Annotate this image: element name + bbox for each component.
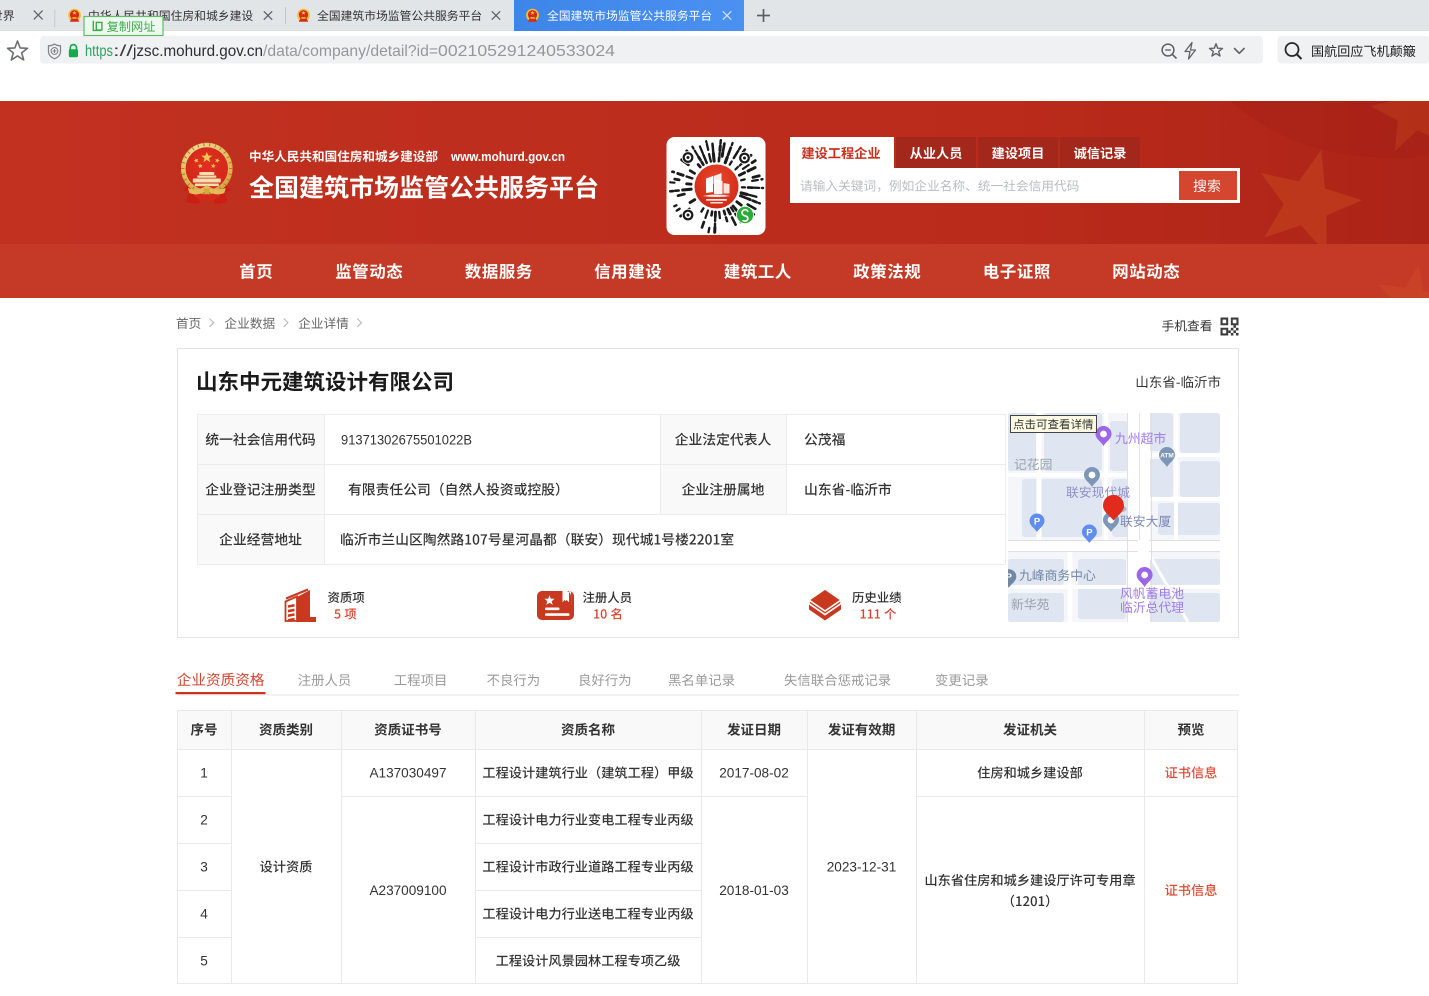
svg-text:A237009100: A237009100: [369, 883, 447, 898]
svg-text:3: 3: [200, 860, 208, 875]
svg-text:2: 2: [200, 813, 208, 828]
svg-text:2017-08-02: 2017-08-02: [719, 766, 789, 781]
svg-text:91371302675501022B: 91371302675501022B: [341, 433, 472, 448]
svg-text:https://jzsc.mohurd.gov.cn/dat: https://jzsc.mohurd.gov.cn/data/company/…: [85, 43, 615, 60]
svg-text:P: P: [1034, 517, 1041, 528]
svg-text:5: 5: [200, 954, 208, 969]
svg-text:2018-01-03: 2018-01-03: [719, 883, 789, 898]
svg-text:A137030497: A137030497: [369, 766, 446, 781]
svg-text:4: 4: [200, 907, 208, 922]
svg-text:2023-12-31: 2023-12-31: [827, 860, 897, 875]
svg-text:P: P: [1086, 528, 1093, 539]
svg-text:www.mohurd.gov.cn: www.mohurd.gov.cn: [450, 149, 565, 164]
svg-text:ATM: ATM: [1160, 453, 1174, 460]
svg-text:1: 1: [200, 766, 208, 781]
